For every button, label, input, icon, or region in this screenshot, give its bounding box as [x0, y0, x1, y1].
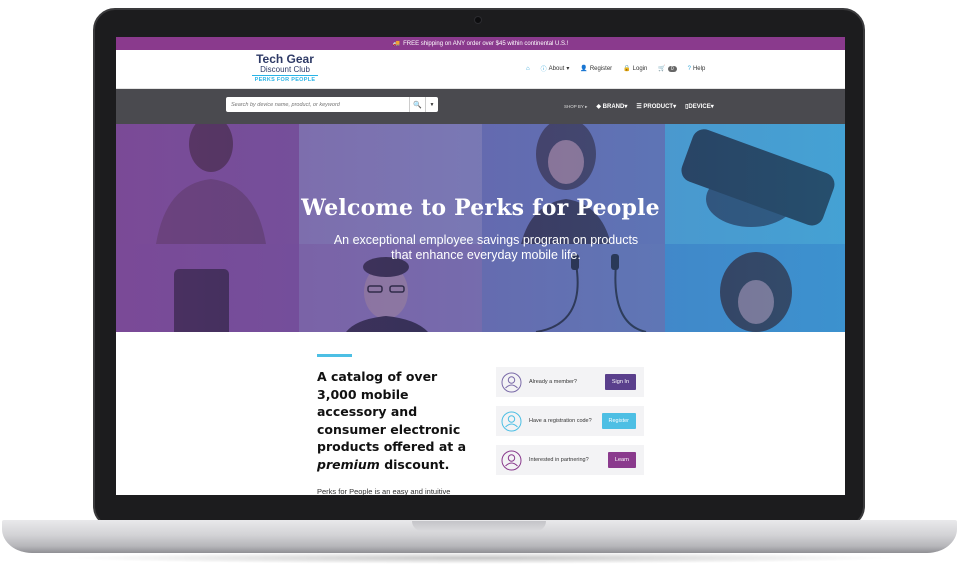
lock-icon: 🔒 — [623, 66, 631, 72]
logo-subtitle: Discount Club — [260, 65, 310, 74]
partner-icon — [501, 450, 522, 470]
logo-tagline: PERKS FOR PEOPLE — [252, 75, 318, 84]
user-plus-icon: 👤 — [580, 66, 588, 72]
sign-in-button[interactable]: Sign In — [604, 374, 636, 390]
register-button[interactable]: Register — [601, 413, 636, 429]
chevron-down-icon: ▾ — [566, 66, 570, 72]
device-menu[interactable]: ▯DEVICE▾ — [685, 103, 714, 110]
hero-subtitle: An exceptional employee savings program … — [333, 233, 639, 262]
hero-title: Welcome to Perks for People — [301, 195, 660, 221]
home-icon: ⌂ — [526, 65, 530, 72]
question-icon: ? — [687, 65, 691, 72]
laptop-notch — [412, 521, 546, 531]
laptop-shadow — [60, 552, 900, 564]
intro-paragraph: Perks for People is an easy and intuitiv… — [317, 487, 451, 495]
about-menu[interactable]: ⓘ About ▾ — [540, 64, 570, 74]
login-label: Login — [632, 65, 648, 72]
search-button[interactable]: 🔍 — [409, 97, 425, 112]
cart-count-badge: 0 — [667, 65, 677, 72]
about-label: About — [548, 65, 565, 72]
cta-card-register: Have a registration code? Register — [496, 406, 644, 436]
premium-emphasis: premium — [317, 456, 380, 472]
register-label: Register — [589, 65, 613, 72]
member-icon — [501, 372, 522, 392]
tag-icon: ◆ — [596, 104, 601, 110]
login-link[interactable]: 🔒 Login — [623, 65, 648, 73]
cart-icon: 🛒 — [658, 66, 666, 72]
site-logo[interactable]: Tech Gear Discount Club PERKS FOR PEOPLE — [252, 53, 318, 84]
accent-line — [317, 354, 352, 357]
caret-down-icon: ▼ — [429, 101, 435, 108]
cta-partner-text: Interested in partnering? — [529, 457, 589, 463]
help-label: Help — [692, 65, 706, 72]
registration-icon — [501, 411, 522, 431]
cta-card-partner: Interested in partnering? Learn — [496, 445, 644, 475]
list-icon: ☰ — [636, 104, 642, 110]
promo-text: FREE shipping on ANY order over $45 with… — [403, 40, 569, 47]
home-link[interactable]: ⌂ — [526, 66, 530, 72]
search-icon: 🔍 — [413, 101, 422, 109]
site-header: Tech Gear Discount Club PERKS FOR PEOPLE… — [116, 50, 845, 89]
hero-banner: Welcome to Perks for People An exception… — [116, 124, 845, 332]
product-menu[interactable]: ☰ PRODUCT▾ — [636, 103, 676, 110]
search-box: 🔍 ▼ — [226, 97, 438, 112]
cta-member-text: Already a member? — [529, 379, 577, 385]
promo-bar: 🚚 FREE shipping on ANY order over $45 wi… — [116, 37, 845, 50]
register-link[interactable]: 👤 Register — [580, 65, 613, 73]
search-input[interactable] — [226, 97, 409, 112]
search-filter-dropdown[interactable]: ▼ — [425, 97, 438, 112]
cart-link[interactable]: 🛒 0 — [658, 65, 677, 72]
truck-icon: 🚚 — [392, 41, 401, 47]
cta-card-member: Already a member? Sign In — [496, 367, 644, 397]
category-nav: SHOP BY ▸ ◆ BRAND▾ ☰ PRODUCT▾ ▯DEVICE▾ — [564, 103, 714, 111]
logo-title: Tech Gear — [256, 52, 314, 66]
top-nav: ⌂ ⓘ About ▾ 👤 Register 🔒 Login 🛒 0 ? Help — [526, 64, 705, 73]
learn-button[interactable]: Learn — [607, 452, 636, 468]
laptop-camera — [474, 16, 482, 24]
brand-menu[interactable]: ◆ BRAND▾ — [596, 103, 627, 110]
help-link[interactable]: ? Help — [688, 66, 706, 72]
search-bar: 🔍 ▼ SHOP BY ▸ ◆ BRAND▾ ☰ PRODUCT▾ ▯DEVIC… — [116, 89, 845, 124]
main-content: A catalog of over 3,000 mobile accessory… — [116, 332, 845, 495]
browser-screen: 🚚 FREE shipping on ANY order over $45 wi… — [116, 37, 845, 495]
catalog-headline: A catalog of over 3,000 mobile accessory… — [317, 369, 467, 472]
info-icon: ⓘ — [540, 67, 547, 73]
cta-register-text: Have a registration code? — [529, 418, 592, 424]
shop-by-label: SHOP BY ▸ — [564, 103, 588, 109]
hero-gradient-overlay — [116, 124, 845, 332]
